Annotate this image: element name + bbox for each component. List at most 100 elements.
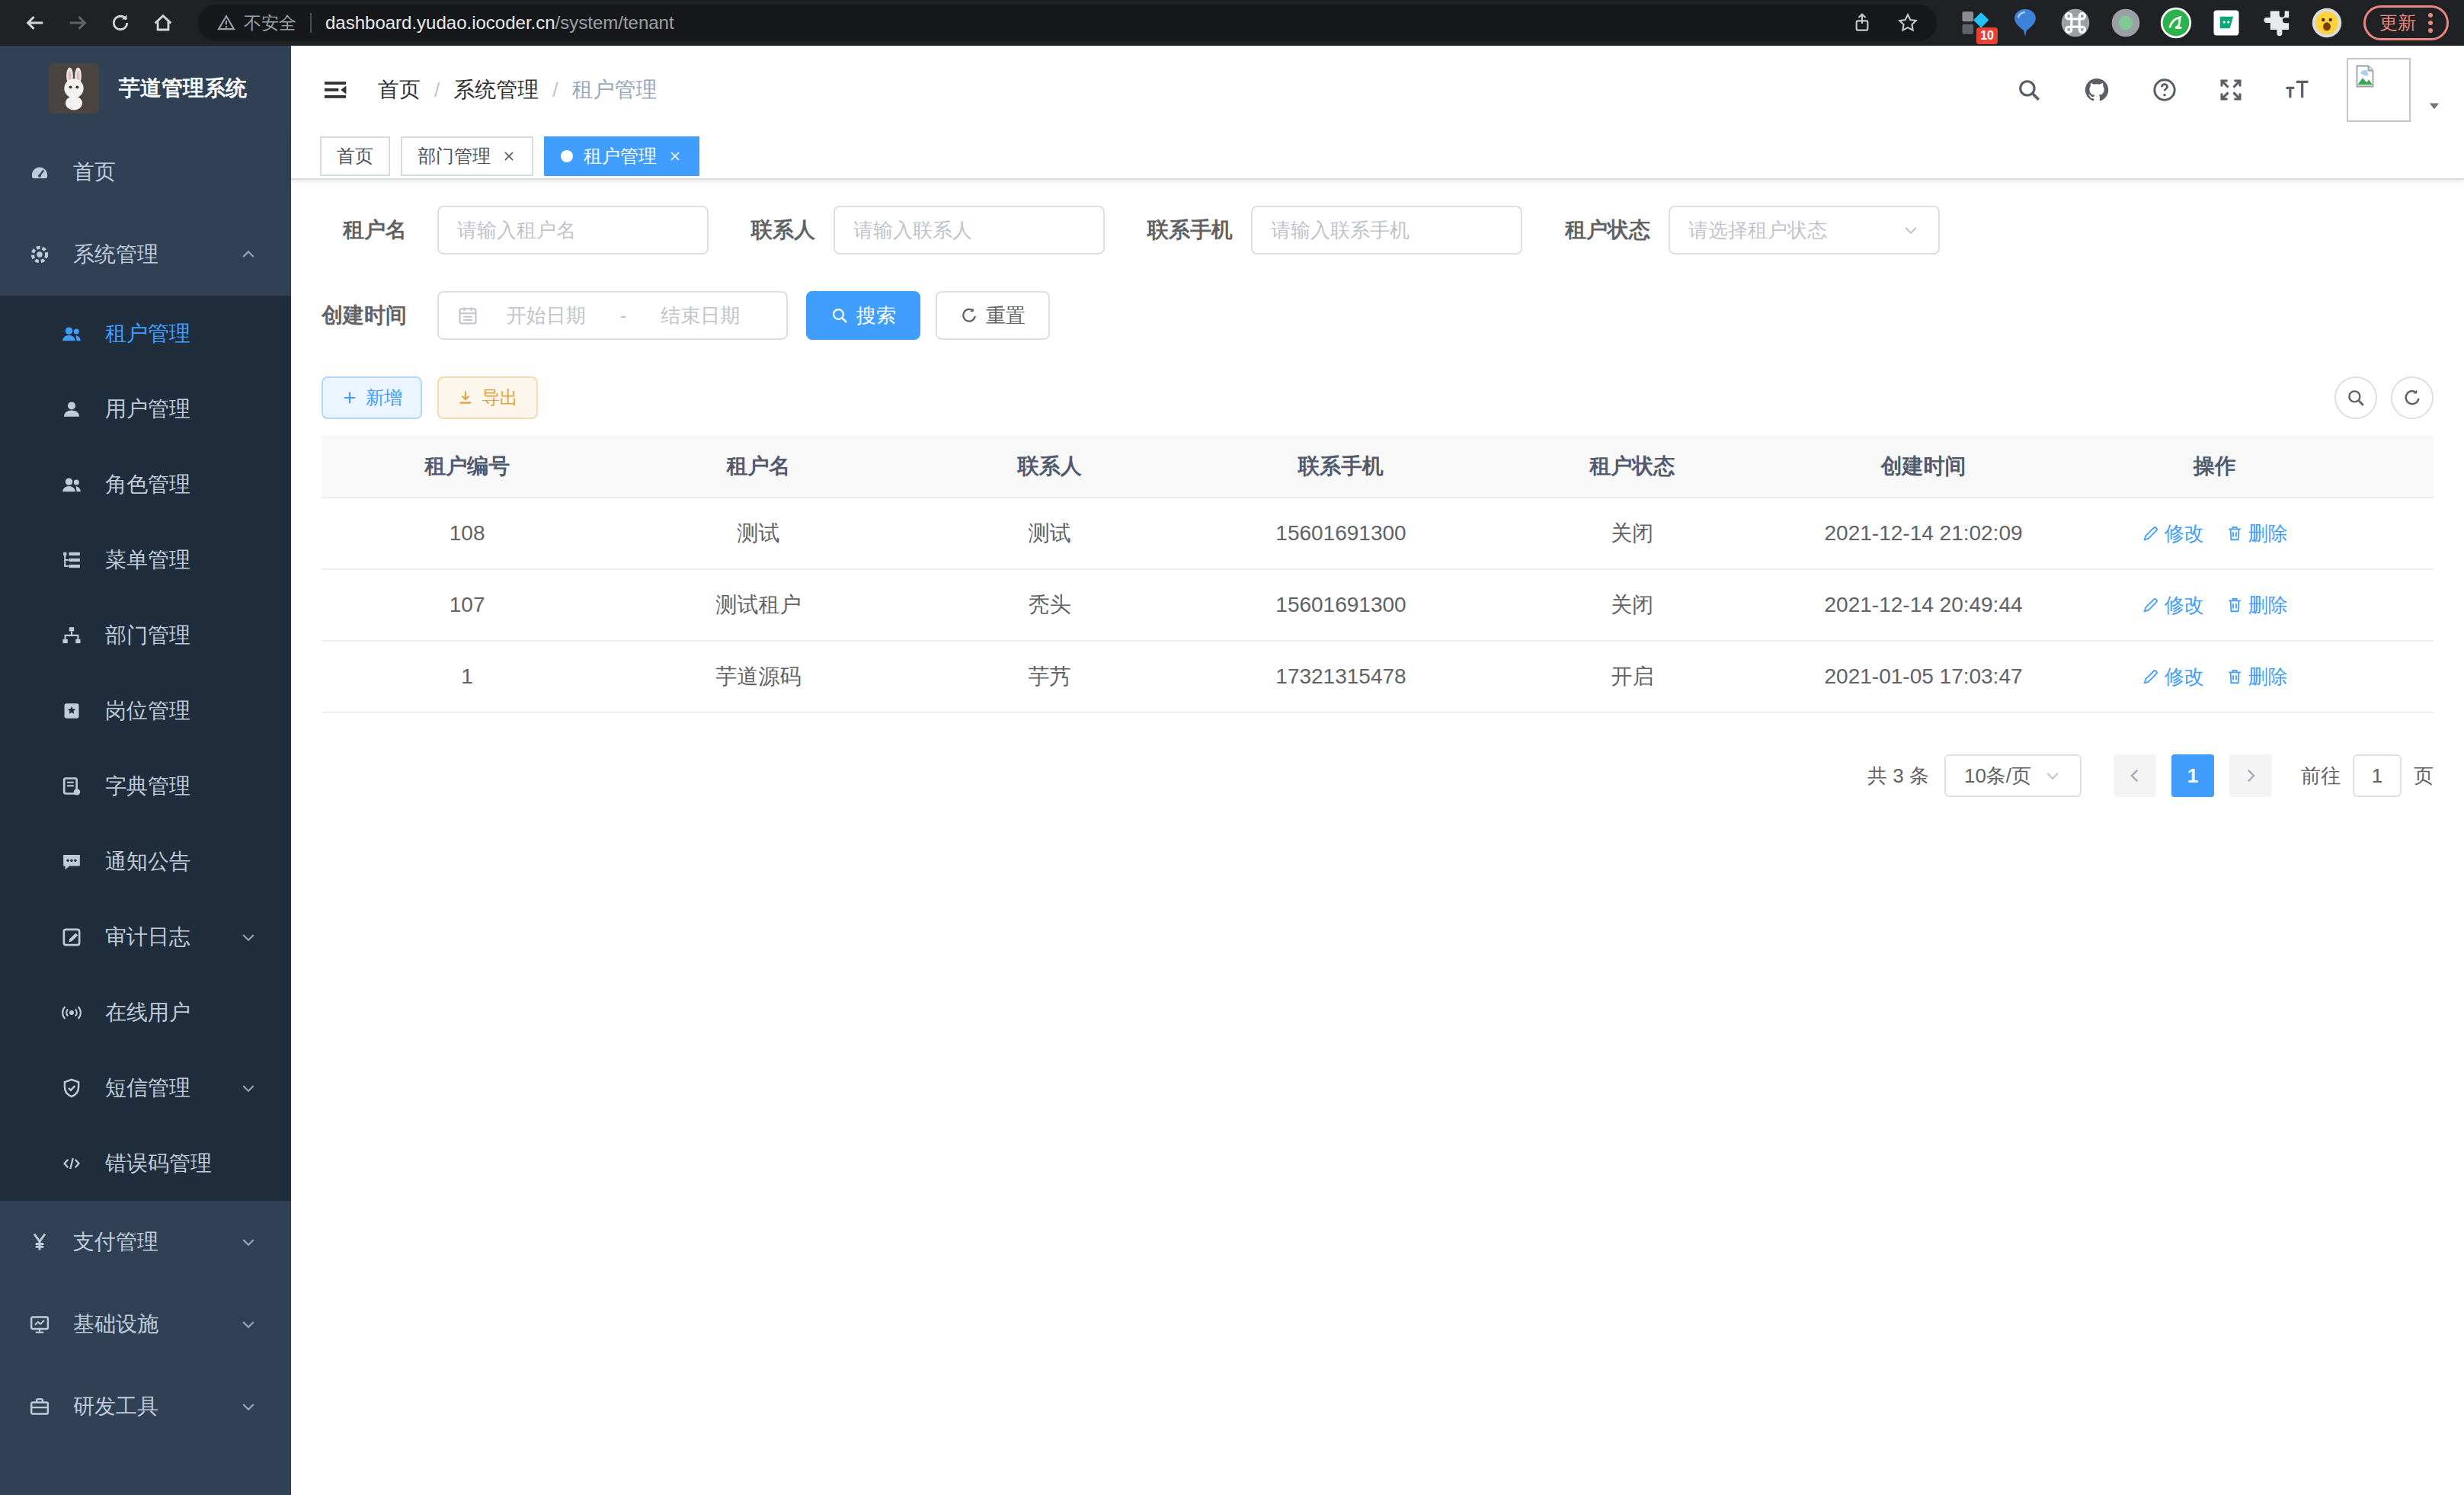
sidebar-item-研发工具[interactable]: 研发工具 (0, 1365, 291, 1448)
sidebar-item-短信管理[interactable]: 短信管理 (0, 1050, 291, 1125)
ext-emoji-button[interactable] (2310, 6, 2344, 40)
cell-status: 开启 (1486, 662, 1778, 691)
avatar-caret-icon[interactable] (2426, 98, 2443, 114)
help-icon[interactable] (2152, 77, 2178, 103)
ext-emoji-icon (2310, 6, 2344, 40)
ext-puzzle-button[interactable] (2260, 6, 2293, 40)
ext-chat-button[interactable] (2210, 6, 2243, 40)
cell-contact: 芋艿 (904, 662, 1195, 691)
ext-kite-icon (2008, 6, 2042, 40)
sidebar-item-部门管理[interactable]: 部门管理 (0, 597, 291, 673)
tab-部门管理[interactable]: 部门管理 (401, 136, 533, 176)
font-size-icon[interactable] (2284, 77, 2310, 103)
prev-page-button[interactable] (2114, 754, 2156, 797)
sidebar-item-通知公告[interactable]: 通知公告 (0, 824, 291, 899)
cell-actions: 修改删除 (2069, 520, 2360, 547)
sidebar-item-label: 通知公告 (105, 847, 190, 876)
avatar[interactable] (2347, 58, 2411, 122)
close-icon[interactable] (501, 149, 517, 164)
ext-tabs-button[interactable]: 10 (1958, 6, 1992, 40)
sidebar-item-首页[interactable]: 首页 (0, 131, 291, 213)
header-search-icon[interactable] (2016, 77, 2042, 103)
browser-home-button[interactable] (143, 3, 183, 43)
delete-button[interactable]: 删除 (2226, 520, 2288, 547)
search-button[interactable]: 搜索 (806, 291, 920, 340)
export-button[interactable]: 导出 (437, 376, 538, 419)
ext-recorder-button[interactable] (2109, 6, 2142, 40)
edit-icon (2142, 667, 2160, 686)
page-size-select[interactable]: 10条/页 (1944, 754, 2082, 797)
breadcrumb-item[interactable]: 系统管理 (453, 75, 539, 104)
table-search-button[interactable] (2334, 376, 2377, 419)
ext-kite-button[interactable] (2008, 6, 2042, 40)
sidebar-item-在线用户[interactable]: 在线用户 (0, 975, 291, 1050)
chevron-down-icon (239, 928, 258, 946)
sidebar-item-角色管理[interactable]: 角色管理 (0, 447, 291, 522)
next-page-button[interactable] (2229, 754, 2272, 797)
download-icon (457, 389, 474, 406)
filter-input[interactable]: 请输入联系人 (834, 206, 1105, 255)
filter-input[interactable]: 请输入租户名 (437, 206, 709, 255)
code-icon (61, 1153, 82, 1174)
chevron-down-icon (2043, 767, 2062, 785)
sidebar: 芋道管理系统 首页系统管理租户管理用户管理角色管理菜单管理部门管理岗位管理字典管… (0, 46, 291, 1495)
date-range-input[interactable]: 开始日期 - 结束日期 (437, 291, 788, 340)
sidebar-item-租户管理[interactable]: 租户管理 (0, 296, 291, 371)
browser-menu-icon[interactable] (2428, 13, 2433, 33)
tab-租户管理[interactable]: 租户管理 (544, 136, 699, 176)
refresh-icon (960, 306, 978, 325)
ext-yuque-button[interactable] (2159, 6, 2193, 40)
edit-button[interactable]: 修改 (2142, 592, 2204, 619)
edit-button[interactable]: 修改 (2142, 520, 2204, 547)
fullscreen-icon[interactable] (2219, 78, 2243, 102)
sidebar-item-支付管理[interactable]: 支付管理 (0, 1201, 291, 1283)
sidebar-item-基础设施[interactable]: 基础设施 (0, 1283, 291, 1365)
address-bar[interactable]: 不安全 dashboard.yudao.iocoder.cn/system/te… (198, 5, 1937, 41)
add-button[interactable]: 新增 (322, 376, 422, 419)
edit-button[interactable]: 修改 (2142, 664, 2204, 690)
close-icon[interactable] (667, 149, 683, 164)
plus-icon (341, 389, 358, 406)
sidebar-item-label: 字典管理 (105, 772, 190, 801)
filter-item-联系人: 联系人请输入联系人 (751, 206, 1105, 255)
edit-icon (2142, 524, 2160, 543)
sidebar-item-错误码管理[interactable]: 错误码管理 (0, 1125, 291, 1201)
sidebar-item-岗位管理[interactable]: 岗位管理 (0, 673, 291, 748)
ext-command-button[interactable] (2059, 6, 2092, 40)
column-header-创建时间: 创建时间 (1778, 452, 2069, 481)
cell-id: 1 (322, 664, 613, 689)
browser-reload-button[interactable] (101, 3, 140, 43)
toolbox-icon (29, 1396, 50, 1417)
sidebar-item-审计日志[interactable]: 审计日志 (0, 899, 291, 975)
breadcrumb-separator: / (552, 78, 558, 102)
page-number-1[interactable]: 1 (2171, 754, 2214, 797)
sidebar-item-字典管理[interactable]: 字典管理 (0, 748, 291, 824)
share-icon[interactable] (1851, 12, 1873, 34)
table-refresh-button[interactable] (2391, 376, 2434, 419)
sidebar-item-菜单管理[interactable]: 菜单管理 (0, 522, 291, 597)
sidebar-item-label: 研发工具 (73, 1392, 158, 1421)
browser-forward-button[interactable] (58, 3, 98, 43)
search-icon (2346, 388, 2366, 408)
status-select[interactable]: 请选择租户状态 (1669, 206, 1940, 255)
delete-button[interactable]: 删除 (2226, 664, 2288, 690)
github-icon[interactable] (2083, 76, 2110, 104)
hamburger-icon[interactable] (303, 46, 367, 134)
cell-contact: 测试 (904, 519, 1195, 548)
bookmark-star-icon[interactable] (1897, 12, 1918, 34)
sidebar-item-用户管理[interactable]: 用户管理 (0, 371, 291, 447)
sidebar-logo[interactable]: 芋道管理系统 (0, 46, 291, 131)
goto-page-input[interactable]: 1 (2353, 754, 2402, 797)
breadcrumb-item[interactable]: 首页 (378, 75, 421, 104)
chevron-down-icon (239, 928, 258, 946)
filter-input[interactable]: 请输入联系手机 (1251, 206, 1522, 255)
app-title: 芋道管理系统 (119, 74, 247, 103)
delete-button[interactable]: 删除 (2226, 592, 2288, 619)
sidebar-item-系统管理[interactable]: 系统管理 (0, 213, 291, 296)
browser-update-button[interactable]: 更新 (2363, 5, 2449, 40)
reset-button[interactable]: 重置 (936, 291, 1050, 340)
tab-首页[interactable]: 首页 (320, 136, 390, 176)
chevron-up-icon (239, 245, 258, 264)
filter-row: 租户名请输入租户名联系人请输入联系人联系手机请输入联系手机租户状态请选择租户状态 (322, 206, 2434, 255)
browser-back-button[interactable] (15, 3, 55, 43)
